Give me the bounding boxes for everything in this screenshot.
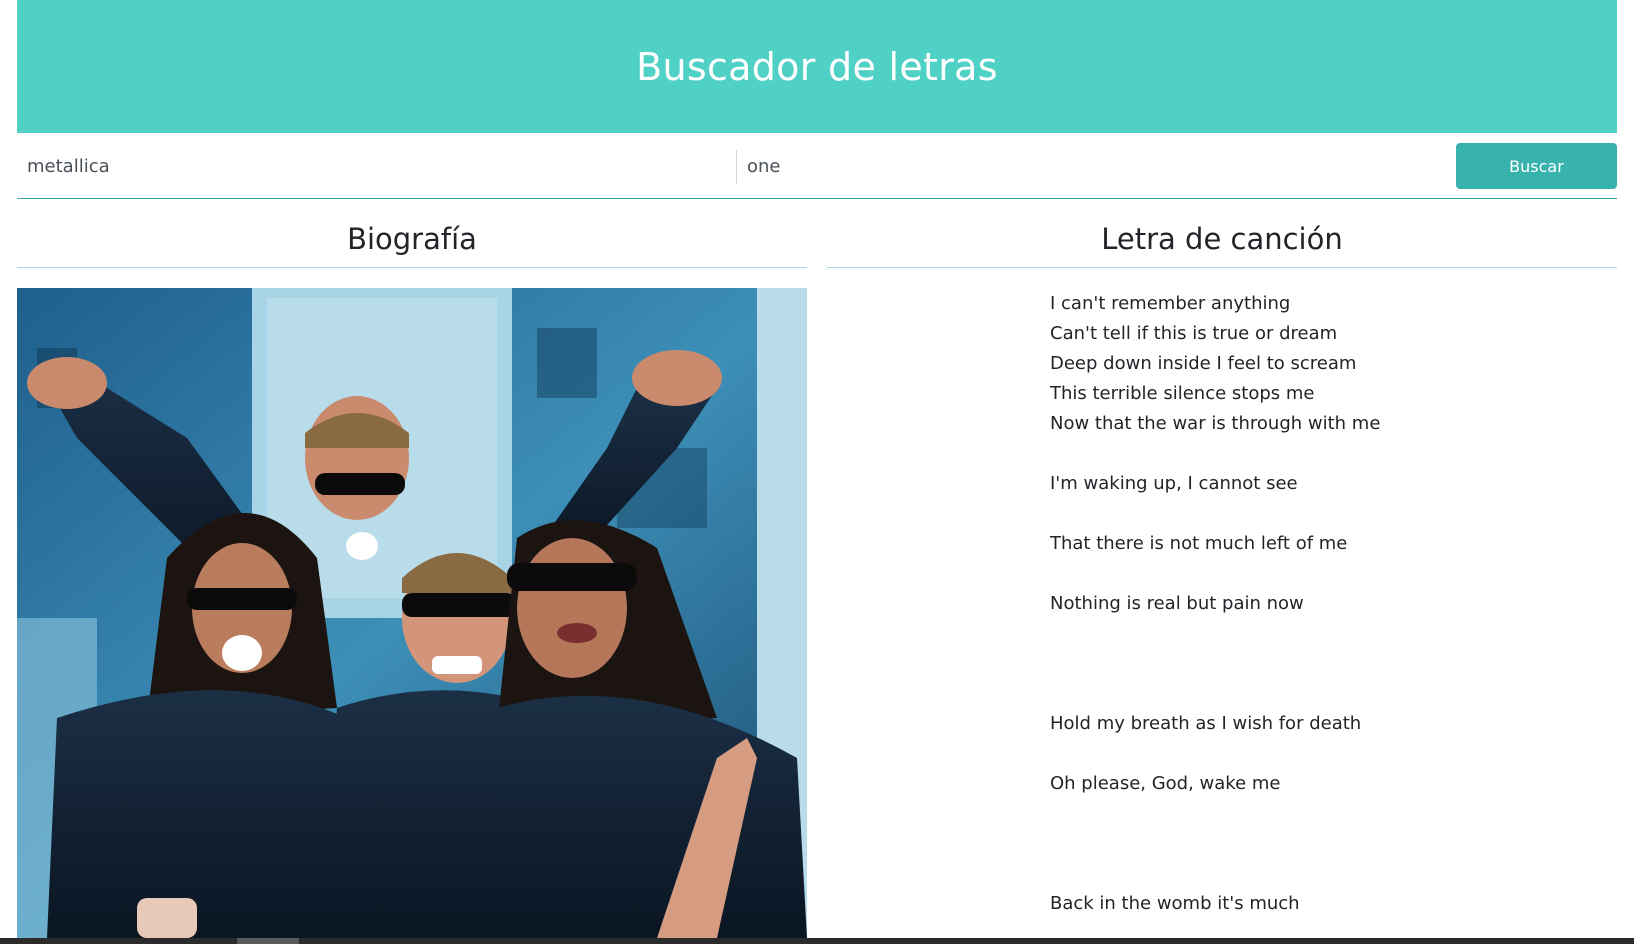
scrollbar-thumb[interactable]	[237, 938, 299, 944]
lyric-line: Nothing is real but pain now	[1050, 593, 1304, 614]
lyric-line: Hold my breath as I wish for death	[1050, 713, 1362, 734]
page-title: Buscador de letras	[636, 44, 998, 89]
page: Buscador de letras Buscar Biografía Letr…	[0, 0, 1634, 944]
song-input[interactable]	[737, 150, 1427, 182]
lyric-line	[1050, 739, 1610, 769]
lyric-line	[1050, 799, 1610, 829]
lyric-line: Back in the womb it's much	[1050, 893, 1300, 914]
lyric-line: Deep down inside I feel to scream	[1050, 353, 1357, 374]
lyric-line: I'm waking up, I cannot see	[1050, 473, 1298, 494]
lyric-line: That there is not much left of me	[1050, 533, 1348, 554]
band-photo	[17, 288, 807, 938]
lyric-line: This terrible silence stops me	[1050, 383, 1315, 404]
lyric-line: Oh please, God, wake me	[1050, 773, 1281, 794]
lyric-line	[1050, 499, 1610, 529]
lyrics-heading: Letra de canción	[827, 222, 1617, 268]
search-form: Buscar	[17, 133, 1617, 199]
lyric-line	[1050, 829, 1610, 859]
lyric-line	[1050, 859, 1610, 889]
lyric-line	[1050, 559, 1610, 589]
lyric-line: Now that the war is through with me	[1050, 413, 1381, 434]
artist-input[interactable]	[17, 150, 733, 182]
lyrics-text: I can't remember anything Can't tell if …	[1050, 289, 1610, 919]
lyric-line	[1050, 619, 1610, 649]
biography-heading: Biografía	[17, 222, 807, 268]
app-header: Buscador de letras	[17, 0, 1617, 133]
horizontal-scrollbar[interactable]	[0, 938, 1634, 944]
lyric-line: Can't tell if this is true or dream	[1050, 323, 1338, 344]
search-button[interactable]: Buscar	[1456, 143, 1617, 189]
lyric-line	[1050, 439, 1610, 469]
lyric-line	[1050, 649, 1610, 679]
lyric-line: I can't remember anything	[1050, 293, 1291, 314]
lyric-line	[1050, 679, 1610, 709]
